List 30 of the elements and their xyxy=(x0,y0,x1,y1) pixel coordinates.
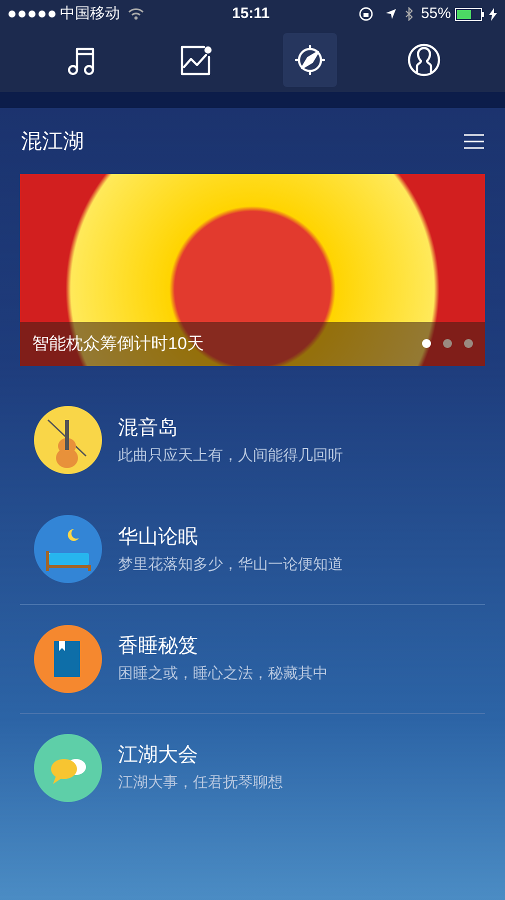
charging-bolt-icon xyxy=(489,8,497,20)
nav-tab[interactable] xyxy=(282,33,336,87)
item-subtitle: 梦里花落知多少，华山一论便知道 xyxy=(118,554,343,575)
battery-percent: 55% xyxy=(420,4,451,24)
list-item[interactable]: 混音岛 此曲只应天上有，人间能得几回听 xyxy=(20,386,485,494)
item-title: 华山论眠 xyxy=(118,524,199,550)
list-item[interactable]: 华山论眠 梦里花落知多少，华山一论便知道 xyxy=(20,494,485,604)
list-item[interactable]: 香睡秘笈 困睡之或，睡心之法，秘藏其中 xyxy=(20,604,485,712)
item-subtitle: 此曲只应天上有，人间能得几回听 xyxy=(118,446,343,466)
item-subtitle: 江湖大事，任君抚琴聊想 xyxy=(118,773,283,794)
banner-caption: 智能枕众筹倒计时10天 xyxy=(32,332,205,355)
location-arrow-icon xyxy=(384,8,397,20)
signal-icon xyxy=(8,10,56,18)
list-item[interactable]: 江湖大会 江湖大事，任君抚琴聊想 xyxy=(20,712,485,822)
item-title: 江湖大会 xyxy=(118,743,199,768)
status-time: 15:11 xyxy=(232,4,270,24)
menu-icon[interactable] xyxy=(464,134,484,150)
battery-icon xyxy=(455,8,485,20)
item-title: 香睡秘笈 xyxy=(118,634,199,660)
promo-banner-image[interactable]: 智能枕众筹倒计时10天 xyxy=(20,174,485,366)
compass-icon xyxy=(292,43,326,77)
line-chart-icon xyxy=(178,43,212,77)
bluetooth-icon xyxy=(404,7,413,21)
page-title: 混江湖 xyxy=(21,129,84,155)
profile-icon xyxy=(406,43,440,77)
item-title: 混音岛 xyxy=(118,416,179,441)
carrier-name: 中国移动 xyxy=(60,4,120,24)
wifi-icon xyxy=(128,8,144,20)
rotation-lock-icon xyxy=(358,7,373,21)
item-subtitle: 困睡之或，睡心之法，秘藏其中 xyxy=(118,664,328,684)
